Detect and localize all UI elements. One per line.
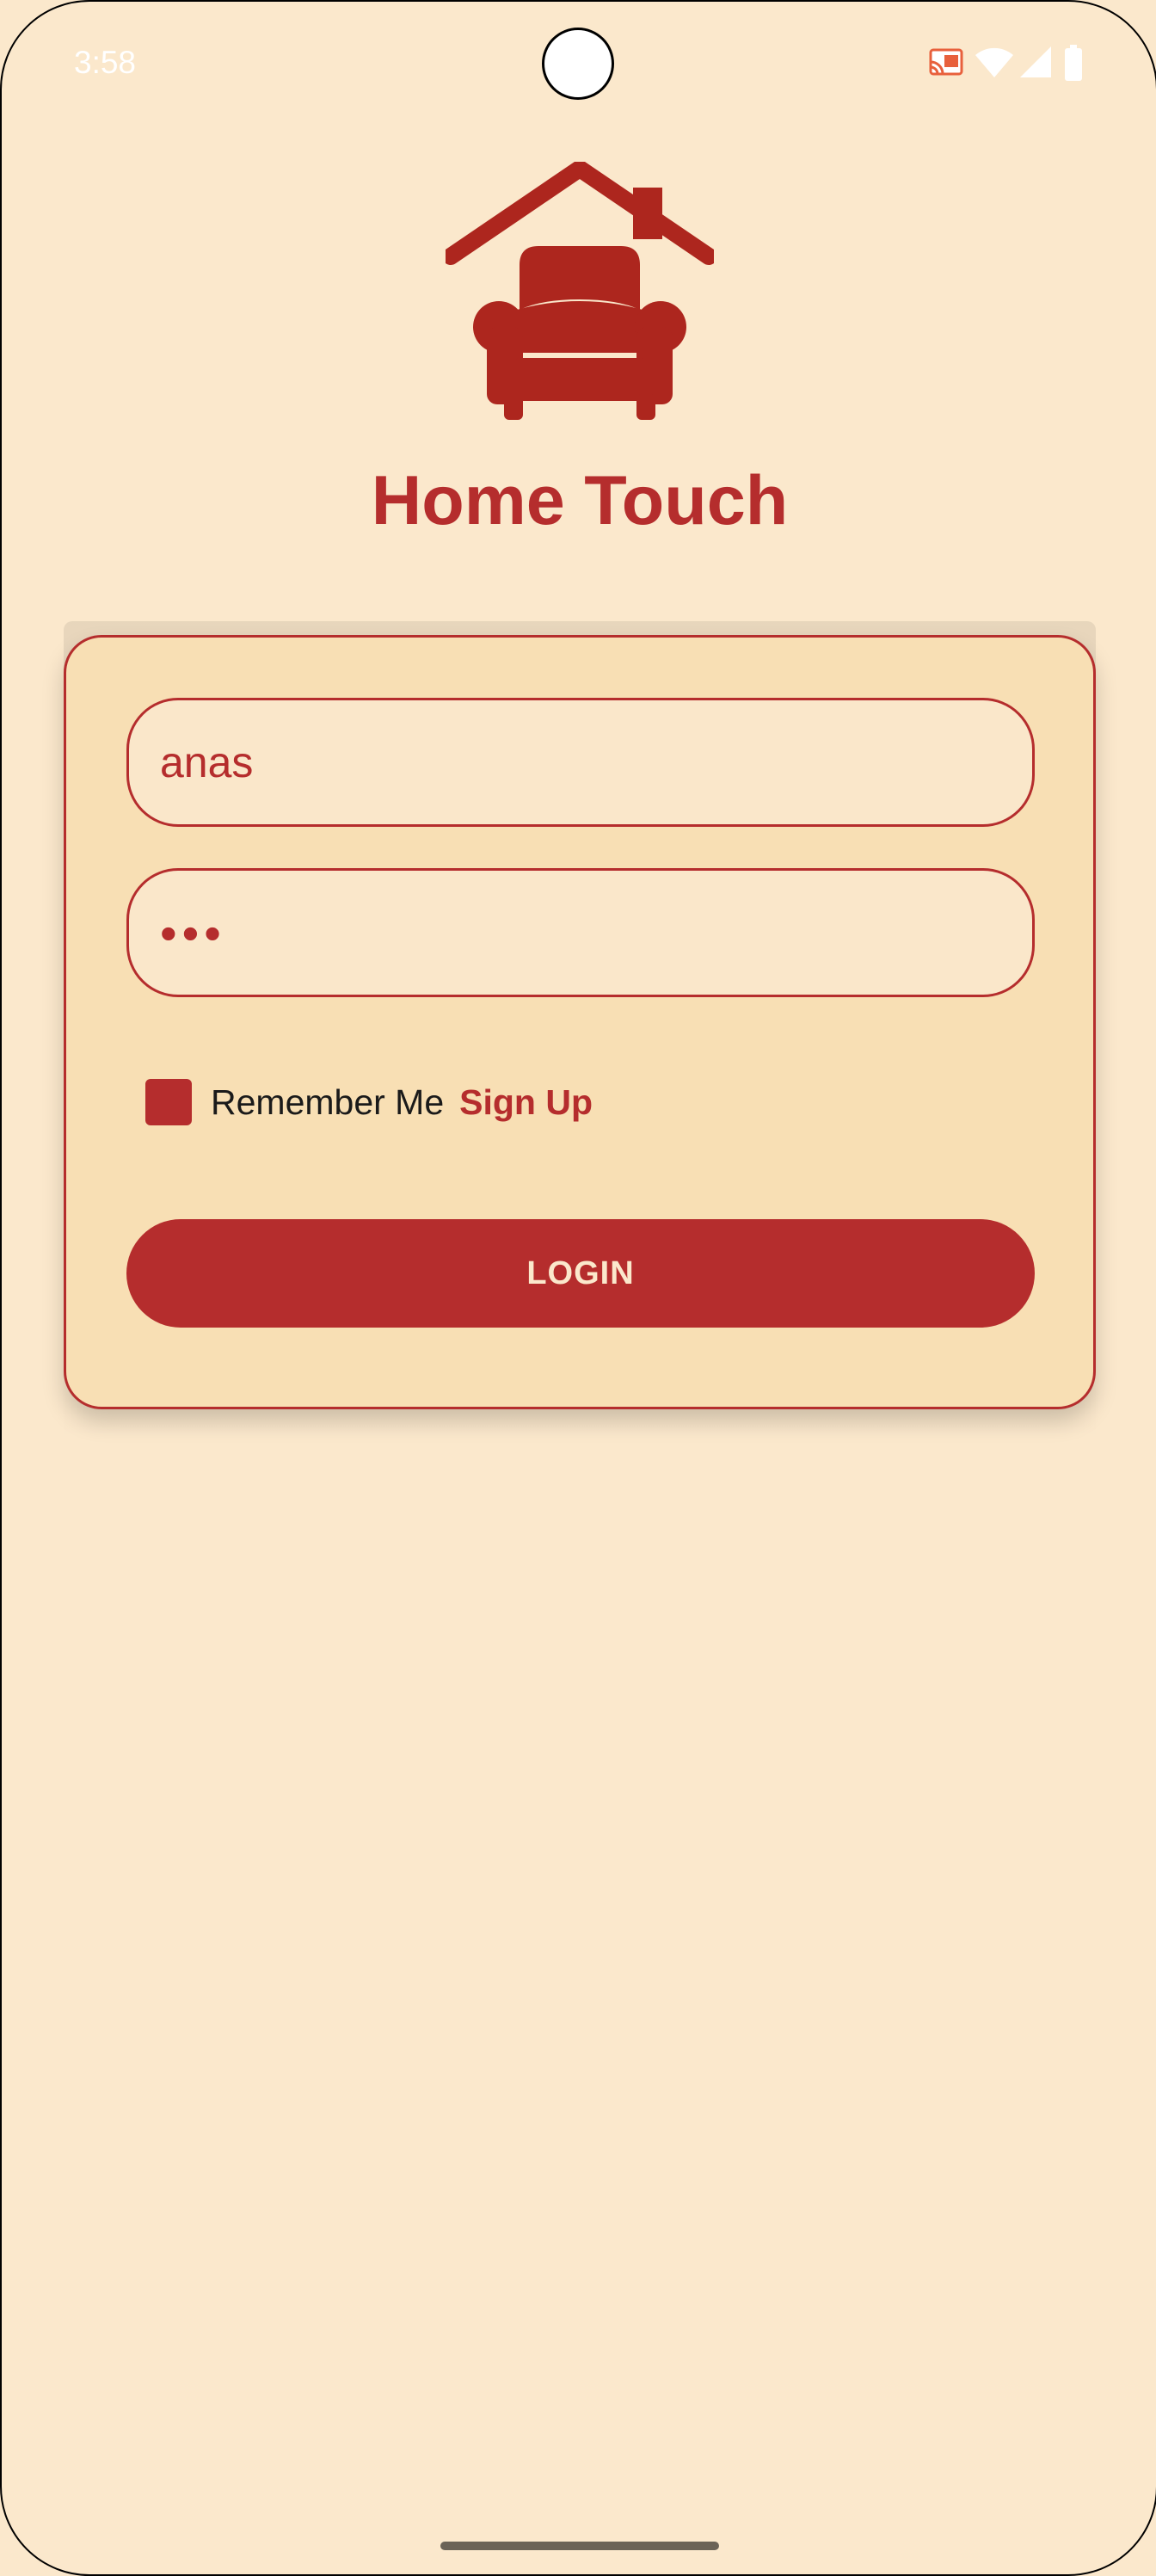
camera-cutout <box>542 28 614 100</box>
gesture-nav-handle[interactable] <box>440 2542 719 2550</box>
remember-me-row: Remember Me Sign Up <box>145 1078 593 1126</box>
status-icons <box>922 45 1094 83</box>
house-armchair-icon <box>446 162 714 420</box>
phone-screen: 3:58 Home Touch anas ••• Remember Me Sig… <box>0 0 1156 2576</box>
wifi-icon <box>975 47 1013 77</box>
remember-me-label: Remember Me <box>211 1082 445 1122</box>
sign-up-link[interactable]: Sign Up <box>459 1082 593 1123</box>
battery-icon <box>1065 45 1082 81</box>
password-field[interactable] <box>126 868 1035 997</box>
login-card: Remember Me Sign Up LOGIN <box>64 635 1096 1409</box>
signal-icon <box>1020 46 1051 77</box>
username-field[interactable] <box>126 698 1035 827</box>
remember-me-checkbox[interactable] <box>145 1079 192 1125</box>
status-time: 3:58 <box>74 45 137 80</box>
status-bar: 3:58 <box>2 2 1156 131</box>
login-button[interactable]: LOGIN <box>126 1219 1035 1328</box>
cast-icon <box>929 48 963 76</box>
app-title: Home Touch <box>371 462 789 539</box>
